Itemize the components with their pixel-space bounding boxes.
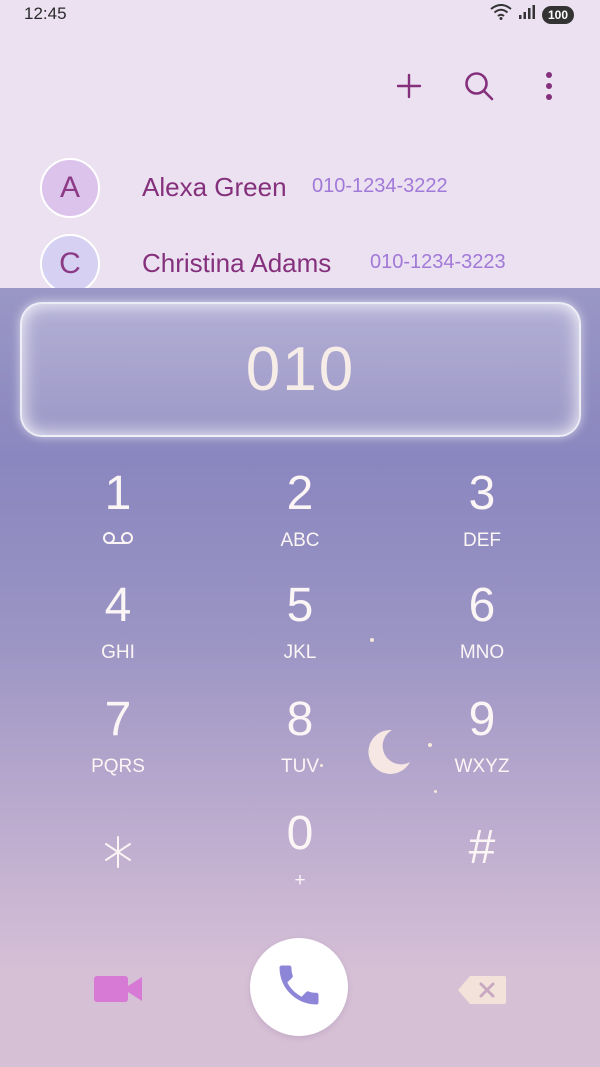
- dialed-number: 010: [245, 335, 356, 404]
- key-digit: 9: [468, 693, 496, 746]
- contact-number: 010-1234-3222: [312, 175, 448, 197]
- backspace-icon[interactable]: [456, 974, 508, 1011]
- key-digit: 7: [104, 693, 132, 746]
- dial-key-3[interactable]: 3 DEF: [402, 466, 562, 576]
- key-digit: 4: [104, 579, 132, 632]
- dial-key-4[interactable]: 4 GHI: [38, 578, 198, 688]
- key-digit: 5: [286, 579, 314, 632]
- dial-key-star[interactable]: [38, 808, 198, 918]
- avatar: C: [40, 234, 100, 294]
- call-button[interactable]: [250, 938, 348, 1036]
- key-letters: PQRS: [91, 756, 145, 777]
- key-letters: JKL: [283, 642, 317, 663]
- key-letters: ABC: [280, 530, 320, 551]
- key-letters: DEF: [463, 530, 501, 551]
- dial-key-hash[interactable]: #: [402, 820, 562, 930]
- status-icons: 100: [490, 4, 574, 25]
- sparkle-icon: [434, 790, 437, 793]
- sparkle-icon: [370, 638, 374, 642]
- key-digit: 0: [286, 807, 314, 860]
- key-digit: 3: [468, 467, 496, 520]
- key-letters: +: [294, 870, 306, 891]
- dial-key-7[interactable]: 7 PQRS: [38, 692, 198, 802]
- add-icon[interactable]: [392, 66, 426, 106]
- video-call-icon[interactable]: [92, 972, 144, 1011]
- key-digit: #: [468, 821, 496, 874]
- key-letters: MNO: [459, 642, 505, 663]
- dial-key-8[interactable]: 8 TUV: [220, 692, 380, 802]
- key-digit: 8: [286, 693, 314, 746]
- search-icon[interactable]: [462, 66, 496, 106]
- voicemail-icon: [38, 530, 198, 552]
- moon-icon: [362, 726, 414, 783]
- contact-row[interactable]: A Alexa Green 010-1234-3222: [0, 158, 600, 228]
- key-letters: WXYZ: [454, 756, 510, 777]
- sparkle-icon: [428, 743, 432, 747]
- wifi-icon: [490, 4, 512, 25]
- dial-display[interactable]: 010: [20, 302, 581, 437]
- key-digit: 1: [104, 467, 132, 520]
- phone-icon: [273, 959, 325, 1016]
- key-letters: TUV: [281, 756, 319, 777]
- key-digit: 2: [286, 467, 314, 520]
- key-digit: 6: [468, 579, 496, 632]
- more-vertical-icon[interactable]: [532, 66, 566, 106]
- contact-name: Alexa Green: [142, 172, 287, 202]
- dial-key-5[interactable]: 5 JKL: [220, 578, 380, 688]
- key-letters: GHI: [101, 642, 135, 663]
- sparkle-icon: [320, 764, 323, 767]
- dial-key-1[interactable]: 1: [38, 466, 198, 576]
- toolbar: [392, 66, 566, 106]
- contact-number: 010-1234-3223: [370, 251, 506, 273]
- asterisk-icon: [38, 826, 198, 881]
- dial-key-2[interactable]: 2 ABC: [220, 466, 380, 576]
- call-actions: [0, 938, 600, 1048]
- dial-key-6[interactable]: 6 MNO: [402, 578, 562, 688]
- status-bar: 12:45 100: [0, 0, 600, 30]
- status-time: 12:45: [24, 4, 67, 23]
- battery-icon: 100: [541, 5, 574, 24]
- avatar: A: [40, 158, 100, 218]
- dial-key-0[interactable]: 0 +: [220, 806, 380, 916]
- signal-icon: [518, 4, 536, 25]
- dial-key-9[interactable]: 9 WXYZ: [402, 692, 562, 802]
- contacts-panel: 12:45 100 A Alexa Green 010-1234-3222 C …: [0, 0, 600, 294]
- dialer-panel: 010 1 2 ABC 3 DEF 4 GHI 5 JKL 6 MNO 7 PQ…: [0, 288, 600, 1067]
- contact-name: Christina Adams: [142, 248, 332, 278]
